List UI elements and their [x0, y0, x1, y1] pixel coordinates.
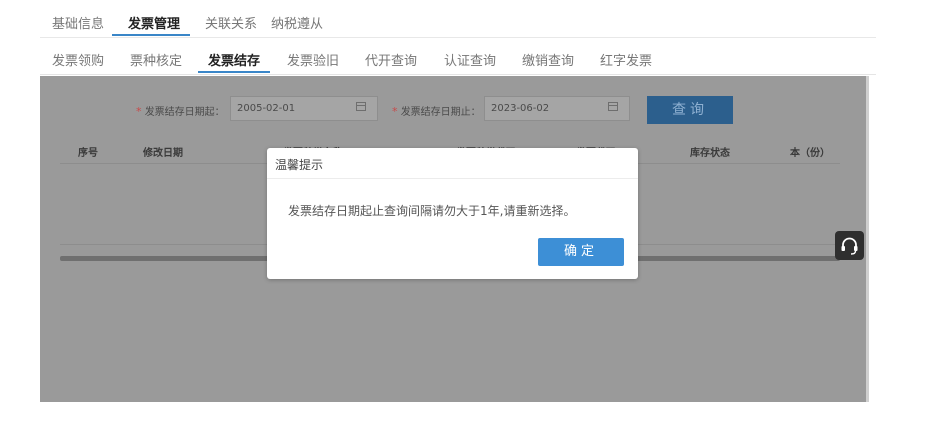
customer-service-button[interactable] [835, 231, 864, 260]
column-header-index: 序号 [78, 148, 98, 159]
sub-tab-active-indicator [198, 71, 270, 73]
start-date-label: * 发票结存日期起： [136, 103, 225, 118]
sub-tab-red-invoice[interactable]: 红字发票 [600, 50, 652, 69]
dialog-title: 温馨提示 [275, 158, 324, 172]
required-mark: * [392, 105, 398, 118]
column-header-copies: 本（份） [790, 148, 830, 159]
sub-tab-invoice-type-approval[interactable]: 票种核定 [130, 50, 182, 69]
sub-tab-cancellation-query[interactable]: 缴销查询 [522, 50, 574, 69]
dialog-message: 发票结存日期起止查询间隔请勿大于1年,请重新选择。 [288, 204, 576, 218]
top-tab-active-indicator [112, 34, 190, 36]
end-date-label: * 发票结存日期止： [392, 103, 481, 118]
top-tab-divider [40, 37, 876, 38]
content-scroll-track [866, 76, 869, 402]
top-tab-relations[interactable]: 关联关系 [205, 13, 257, 32]
top-tab-invoice-management[interactable]: 发票管理 [128, 13, 180, 32]
confirm-button[interactable]: 确定 [538, 238, 624, 266]
top-tab-tax-compliance[interactable]: 纳税遵从 [271, 13, 323, 32]
start-date-label-text: 发票结存日期起： [144, 107, 225, 118]
headset-icon [841, 237, 858, 255]
required-mark: * [136, 105, 142, 118]
column-header-stock-status: 库存状态 [690, 148, 730, 159]
sub-tab-invoice-inventory[interactable]: 发票结存 [208, 50, 260, 69]
sub-tab-proxy-issue-query[interactable]: 代开查询 [365, 50, 417, 69]
sub-tab-certification-query[interactable]: 认证查询 [444, 50, 496, 69]
calendar-icon[interactable] [356, 102, 366, 111]
sub-tab-divider [40, 74, 876, 75]
end-date-label-text: 发票结存日期止： [400, 107, 481, 118]
sub-tab-invoice-verification[interactable]: 发票验旧 [287, 50, 339, 69]
query-button[interactable]: 查询 [647, 96, 733, 124]
top-tab-basic-info[interactable]: 基础信息 [52, 13, 104, 32]
alert-dialog: 温馨提示 发票结存日期起止查询间隔请勿大于1年,请重新选择。 确定 [267, 148, 638, 279]
sub-tab-invoice-purchase[interactable]: 发票领购 [52, 50, 104, 69]
column-header-modified-date: 修改日期 [143, 148, 183, 159]
calendar-icon[interactable] [608, 102, 618, 111]
dialog-divider [267, 178, 638, 179]
